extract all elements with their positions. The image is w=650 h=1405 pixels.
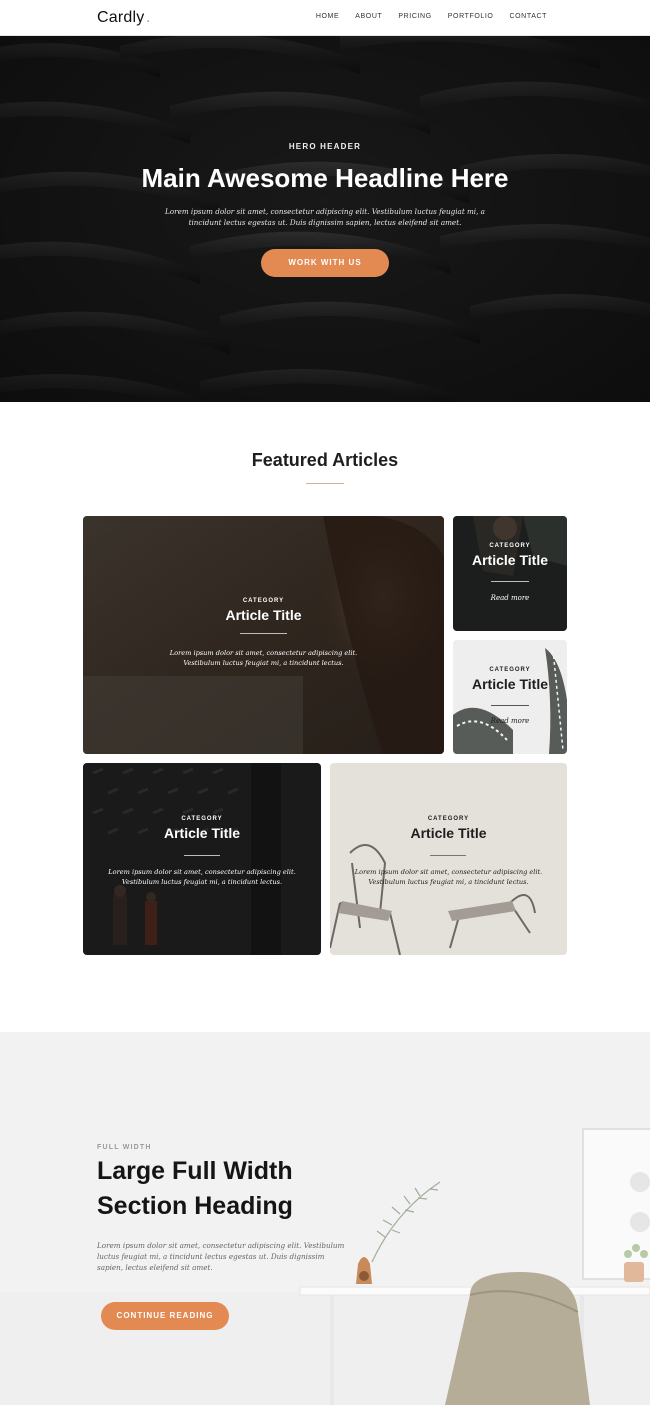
hero-eyebrow: HERO HEADER xyxy=(288,142,362,151)
read-more-link[interactable]: Read more xyxy=(453,717,567,725)
article-card-medium[interactable]: CATEGORY Article Title Lorem ipsum dolor… xyxy=(83,763,321,955)
article-card-image xyxy=(330,763,567,955)
featured-heading-divider xyxy=(306,483,344,484)
article-card-small[interactable]: CATEGORY Article Title Read more xyxy=(453,640,567,754)
article-card-medium[interactable]: CATEGORY Article Title Lorem ipsum dolor… xyxy=(330,763,567,955)
article-card-overlay xyxy=(83,516,444,754)
article-category: CATEGORY xyxy=(489,667,531,673)
article-title-divider xyxy=(430,855,466,856)
article-card-overlay xyxy=(453,640,567,754)
nav-link-home[interactable]: HOME xyxy=(316,13,339,20)
article-title[interactable]: Article Title xyxy=(453,676,567,692)
article-category: CATEGORY xyxy=(489,543,531,549)
article-card-small[interactable]: CATEGORY Article Title Read more xyxy=(453,516,567,631)
nav-links: HOME ABOUT PRICING PORTFOLIO CONTACT xyxy=(316,13,547,20)
brand-logo[interactable]: Cardly xyxy=(97,9,144,27)
article-title-divider xyxy=(240,633,287,634)
article-title[interactable]: Article Title xyxy=(83,825,321,841)
article-excerpt: Lorem ipsum dolor sit amet, consectetur … xyxy=(354,868,543,886)
nav-link-about[interactable]: ABOUT xyxy=(355,13,382,20)
article-card-overlay xyxy=(83,763,321,955)
nav-link-portfolio[interactable]: PORTFOLIO xyxy=(448,13,494,20)
article-excerpt: Lorem ipsum dolor sit amet, consectetur … xyxy=(169,649,358,667)
continue-reading-button[interactable]: CONTINUE READING xyxy=(101,1302,229,1330)
article-title-divider xyxy=(491,705,529,706)
work-with-us-button[interactable]: WORK WITH US xyxy=(261,249,389,277)
brand-logo-dot: . xyxy=(146,9,151,26)
nav-link-pricing[interactable]: PRICING xyxy=(398,13,431,20)
article-title-divider xyxy=(184,855,220,856)
article-category: CATEGORY xyxy=(181,816,223,822)
full-width-eyebrow: FULL WIDTH xyxy=(97,1144,152,1151)
full-width-heading-line-1: Large Full Width xyxy=(97,1157,293,1185)
article-card-large[interactable]: CATEGORY Article Title Lorem ipsum dolor… xyxy=(83,516,444,754)
article-excerpt: Lorem ipsum dolor sit amet, consectetur … xyxy=(108,868,296,886)
article-title[interactable]: Article Title xyxy=(453,552,567,568)
hero-section: HERO HEADER Main Awesome Headline Here L… xyxy=(0,36,650,402)
article-category: CATEGORY xyxy=(242,598,285,604)
full-width-section: FULL WIDTH Large Full Width Section Head… xyxy=(0,1032,650,1405)
article-card-overlay xyxy=(453,516,567,631)
full-width-heading: Large Full Width Section Heading xyxy=(97,1154,293,1224)
top-navbar: Cardly . HOME ABOUT PRICING PORTFOLIO CO… xyxy=(0,0,650,36)
featured-articles-heading: Featured Articles xyxy=(251,450,399,470)
hero-description: Lorem ipsum dolor sit amet, consectetur … xyxy=(165,207,485,227)
article-title[interactable]: Article Title xyxy=(330,825,567,841)
read-more-link[interactable]: Read more xyxy=(453,594,567,602)
nav-link-contact[interactable]: CONTACT xyxy=(509,13,547,20)
article-category: CATEGORY xyxy=(427,816,470,822)
article-title[interactable]: Article Title xyxy=(83,607,444,623)
full-width-description: Lorem ipsum dolor sit amet, consectetur … xyxy=(97,1241,345,1272)
article-title-divider xyxy=(491,581,529,582)
full-width-heading-line-2: Section Heading xyxy=(97,1192,293,1220)
hero-headline: Main Awesome Headline Here xyxy=(141,163,509,193)
